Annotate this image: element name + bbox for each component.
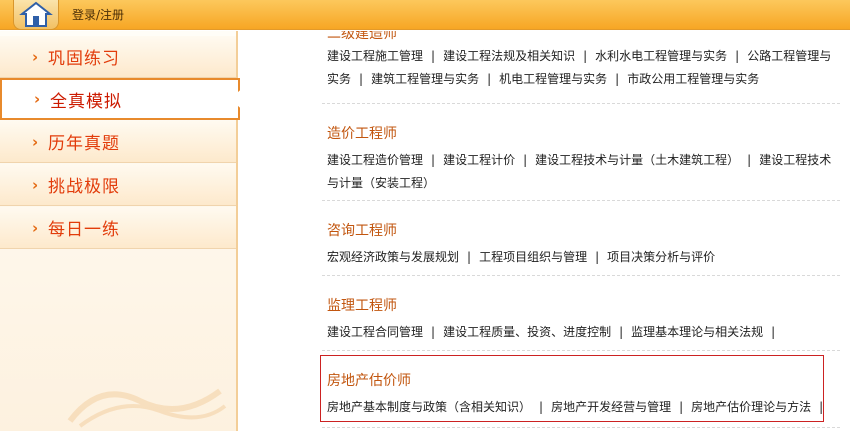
- decorative-watermark: [67, 388, 227, 428]
- subject-link[interactable]: 工程项目组织与管理: [479, 250, 587, 264]
- divider: [322, 200, 840, 201]
- chevron-right-icon: ›: [32, 175, 39, 194]
- sidebar-item-label: 每日一练: [48, 220, 120, 240]
- subject-link[interactable]: 房地产开发经营与管理: [551, 400, 671, 414]
- subject-link[interactable]: 项目决策分析与评价: [607, 250, 715, 264]
- sidebar-item-practice[interactable]: › 巩固练习: [0, 36, 236, 78]
- chevron-right-icon: ›: [32, 132, 39, 151]
- link-list: 建设工程造价管理 | 建设工程计价 | 建设工程技术与计量（土木建筑工程） | 建设工程技术…: [327, 153, 832, 190]
- section-cost-engineer: 造价工程师 建设工程造价管理 | 建设工程计价 | 建设工程技术与计量（土木建筑工程） |…: [327, 123, 842, 195]
- subject-link[interactable]: 房地产基本制度与政策（含相关知识）: [327, 400, 531, 414]
- divider: [322, 350, 840, 351]
- sidebar-item-daily[interactable]: › 每日一练: [0, 207, 236, 249]
- subject-link[interactable]: 市政公用工程管理与实务: [627, 72, 759, 86]
- subject-link[interactable]: 房地产估价理论与方法: [691, 400, 811, 414]
- link-list: 建设工程合同管理 | 建设工程质量、投资、进度控制 | 监理基本理论与相关法规 |: [327, 325, 776, 339]
- subject-link[interactable]: 水利水电工程管理与实务: [595, 49, 727, 63]
- section-title: 二级建造师: [327, 31, 397, 42]
- subject-link[interactable]: 建设工程技术与计量（土木建筑工程）: [535, 153, 739, 167]
- login-register-link[interactable]: 登录/注册: [72, 6, 124, 23]
- subject-link[interactable]: 建设工程造价管理: [327, 153, 423, 167]
- link-list: 房地产基本制度与政策（含相关知识） | 房地产开发经营与管理 | 房地产估价理论与方法 |: [327, 400, 824, 414]
- top-bar: 登录/注册: [0, 0, 850, 30]
- subject-link[interactable]: 建设工程计价: [443, 153, 515, 167]
- chevron-right-icon: ›: [34, 90, 41, 108]
- sidebar-item-label: 巩固练习: [48, 49, 120, 69]
- sidebar: › 巩固练习 › 全真模拟 › 历年真题 › 挑战极限 › 每日一练: [0, 31, 251, 431]
- subject-link[interactable]: 建筑工程管理与实务: [371, 72, 479, 86]
- subject-link[interactable]: 建设工程合同管理: [327, 325, 423, 339]
- link-list: 宏观经济政策与发展规划 | 工程项目组织与管理 | 项目决策分析与评价: [327, 250, 716, 264]
- subject-link[interactable]: 建设工程施工管理: [327, 49, 423, 63]
- section-supervision-engineer: 监理工程师 建设工程合同管理 | 建设工程质量、投资、进度控制 | 监理基本理论与相关法…: [327, 295, 842, 344]
- chevron-right-icon: ›: [32, 47, 39, 66]
- sidebar-item-challenge[interactable]: › 挑战极限: [0, 164, 236, 206]
- section-title[interactable]: 咨询工程师: [327, 220, 842, 240]
- divider: [322, 427, 840, 428]
- link-list: 建设工程施工管理 | 建设工程法规及相关知识 | 水利水电工程管理与实务 | 公路工程管理与…: [327, 49, 832, 86]
- subject-link[interactable]: 建设工程质量、投资、进度控制: [443, 325, 611, 339]
- subject-link[interactable]: 建设工程法规及相关知识: [443, 49, 575, 63]
- section-builder: 建设工程施工管理 | 建设工程法规及相关知识 | 水利水电工程管理与实务 | 公路工程管理与…: [327, 45, 842, 91]
- section-title[interactable]: 房地产估价师: [327, 370, 842, 390]
- section-consulting-engineer: 咨询工程师 宏观经济政策与发展规划 | 工程项目组织与管理 | 项目决策分析与评价: [327, 220, 842, 269]
- subject-link[interactable]: 宏观经济政策与发展规划: [327, 250, 459, 264]
- sidebar-item-past-exams[interactable]: › 历年真题: [0, 121, 236, 163]
- divider: [322, 103, 840, 104]
- section-real-estate-appraiser: 房地产估价师 房地产基本制度与政策（含相关知识） | 房地产开发经营与管理 | 房地产估…: [327, 370, 842, 419]
- chevron-right-icon: ›: [32, 218, 39, 237]
- sidebar-item-label: 历年真题: [48, 134, 120, 154]
- exam-category-list: 二级建造师 建设工程施工管理 | 建设工程法规及相关知识 | 水利水电工程管理与实务 | 公…: [240, 31, 850, 431]
- home-button[interactable]: [13, 0, 59, 30]
- house-icon: [19, 1, 53, 27]
- divider: [322, 275, 840, 276]
- section-title[interactable]: 造价工程师: [327, 123, 842, 143]
- sidebar-item-label: 挑战极限: [48, 177, 120, 197]
- sidebar-item-mock-exam[interactable]: › 全真模拟: [0, 78, 251, 120]
- subject-link[interactable]: 监理基本理论与相关法规: [631, 325, 763, 339]
- section-title[interactable]: 监理工程师: [327, 295, 842, 315]
- sidebar-item-label: 全真模拟: [50, 91, 122, 112]
- subject-link[interactable]: 机电工程管理与实务: [499, 72, 607, 86]
